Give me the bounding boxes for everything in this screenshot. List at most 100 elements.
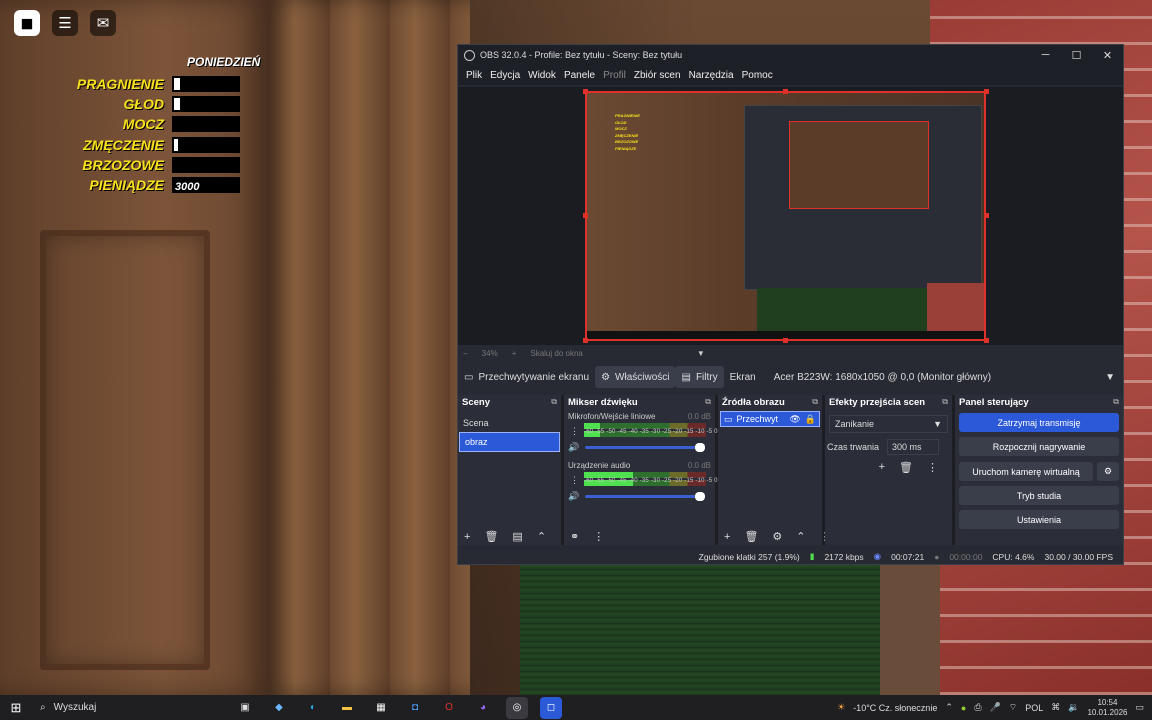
chat-icon[interactable]: ✉: [90, 10, 116, 36]
windows-start-icon[interactable]: ⊞: [0, 700, 32, 716]
trash-icon[interactable]: 🗑: [484, 530, 498, 543]
trash-icon[interactable]: 🗑: [899, 461, 913, 474]
menu-scene-collection[interactable]: Zbiór scen: [630, 70, 685, 81]
speaker-icon[interactable]: 🔊: [568, 442, 579, 453]
speaker-icon[interactable]: 🔊: [568, 491, 579, 502]
stream-time: 00:07:21: [891, 551, 925, 562]
tray-printer-icon[interactable]: ⎙: [974, 702, 981, 713]
menu-file[interactable]: Plik: [462, 70, 486, 81]
dock-menu-icon[interactable]: ⧉: [1113, 397, 1119, 407]
gear-icon[interactable]: ⚙: [1097, 462, 1119, 481]
minimize-icon[interactable]: ─: [1030, 49, 1061, 62]
chevron-up-icon[interactable]: ⌃: [945, 702, 953, 713]
filters-button[interactable]: ▤ Filtry: [675, 366, 724, 388]
menu-docks[interactable]: Panele: [560, 70, 599, 81]
stop-stream-button[interactable]: Zatrzymaj transmisję: [959, 413, 1119, 432]
chevron-up-icon[interactable]: ⌃: [796, 530, 805, 543]
menu-hamburger-icon[interactable]: ☰: [52, 10, 78, 36]
screen-select[interactable]: Acer B223W: 1680x1050 @ 0,0 (Monitor głó…: [768, 366, 1123, 388]
resize-handle[interactable]: [583, 213, 588, 218]
add-icon[interactable]: +: [879, 461, 885, 474]
dock-menu-icon[interactable]: ⧉: [942, 397, 948, 407]
network-icon[interactable]: ⌔: [1009, 702, 1017, 713]
microphone-icon[interactable]: 🎤: [990, 702, 1001, 713]
audio-meter: -60 -55 -50 -45 -40 -35 -30 -25 -20 -15 …: [584, 423, 717, 441]
volume-slider[interactable]: [585, 442, 706, 452]
add-icon[interactable]: +: [724, 531, 730, 543]
gear-icon[interactable]: ⚙: [772, 530, 782, 543]
transition-select[interactable]: Zanikanie ▼: [829, 415, 948, 433]
tray-app-icon[interactable]: ●: [961, 703, 966, 713]
properties-button[interactable]: ⚙ Właściwości: [595, 366, 676, 388]
zoom-in-icon[interactable]: +: [512, 349, 517, 358]
roblox-taskbar-icon[interactable]: ◻: [540, 696, 562, 719]
virtual-cam-button[interactable]: Uruchom kamerę wirtualną: [959, 462, 1093, 481]
volume-knob[interactable]: [695, 491, 706, 501]
trash-icon[interactable]: 🗑: [744, 530, 758, 543]
file-explorer-icon[interactable]: ▬: [336, 697, 358, 719]
menu-edit[interactable]: Edycja: [486, 70, 524, 81]
scene-item-selected[interactable]: obraz: [459, 432, 560, 452]
duration-input[interactable]: 300 ms: [887, 439, 940, 455]
roblox-logo-icon[interactable]: ◼: [14, 10, 40, 36]
filter-icon: ▤: [681, 371, 691, 383]
chevron-up-icon[interactable]: ⌃: [537, 530, 546, 543]
resize-handle[interactable]: [984, 213, 989, 218]
title-bar[interactable]: OBS 32.0.4 - Profile: Bez tytułu - Sceny…: [458, 45, 1123, 65]
more-icon[interactable]: ⋮: [570, 475, 579, 486]
preview-area[interactable]: PRAGNIENIE GŁOD MOCZ ZMĘCZENIE BRZOZOWE …: [458, 87, 1123, 345]
resize-handle[interactable]: [783, 338, 788, 343]
menu-view[interactable]: Widok: [524, 70, 560, 81]
obs-taskbar-icon[interactable]: ◎: [506, 696, 528, 719]
store-icon[interactable]: ▦: [370, 697, 392, 719]
copilot-icon[interactable]: ◆: [268, 697, 290, 719]
stat-bar: [172, 116, 240, 132]
more-icon[interactable]: ⋮: [927, 461, 938, 474]
more-icon[interactable]: ⋮: [593, 530, 604, 543]
resize-handle[interactable]: [583, 338, 588, 343]
resize-handle[interactable]: [783, 89, 788, 94]
edge-icon[interactable]: ◐: [302, 697, 324, 719]
start-record-button[interactable]: Rozpocznij nagrywanie: [959, 437, 1119, 456]
clock[interactable]: 10:54 10.01.2026: [1087, 698, 1127, 718]
discord-icon[interactable]: ◕: [472, 697, 494, 719]
eye-icon[interactable]: 👁: [789, 414, 800, 425]
maximize-icon[interactable]: ☐: [1061, 49, 1092, 62]
lock-icon[interactable]: 🔒: [805, 414, 816, 425]
weather-text[interactable]: -10°C Cz. słonecznie: [853, 703, 937, 713]
scene-item[interactable]: Scena: [458, 414, 561, 432]
close-icon[interactable]: ✕: [1092, 49, 1123, 62]
opera-icon[interactable]: O: [438, 697, 460, 719]
menu-help[interactable]: Pomoc: [738, 70, 777, 81]
resize-handle[interactable]: [984, 89, 989, 94]
chevron-down-icon[interactable]: ▼: [697, 349, 705, 358]
link-icon[interactable]: ⚭: [570, 530, 579, 543]
dock-menu-icon[interactable]: ⧉: [551, 397, 557, 407]
taskbar-search[interactable]: ⌕ Wyszukaj: [32, 695, 222, 720]
fit-to-window-button[interactable]: Skaluj do okna: [530, 349, 582, 358]
lang-label[interactable]: POL: [1025, 703, 1043, 713]
menu-profile[interactable]: Profil: [599, 70, 630, 81]
network-wifi-icon[interactable]: ⌘: [1051, 702, 1060, 713]
preview-canvas[interactable]: PRAGNIENIE GŁOD MOCZ ZMĘCZENIE BRZOZOWE …: [585, 91, 986, 341]
outlook-icon[interactable]: ◘: [404, 697, 426, 719]
resize-handle[interactable]: [984, 338, 989, 343]
volume-slider[interactable]: [585, 491, 706, 501]
volume-knob[interactable]: [695, 442, 706, 452]
notifications-icon[interactable]: ▭: [1135, 702, 1144, 713]
dock-menu-icon[interactable]: ⧉: [812, 397, 818, 407]
add-icon[interactable]: +: [464, 531, 470, 543]
menu-tools[interactable]: Narzędzia: [685, 70, 738, 81]
more-icon[interactable]: ⋮: [570, 426, 579, 437]
stat-label: MOCZ: [122, 116, 164, 132]
studio-mode-button[interactable]: Tryb studia: [959, 486, 1119, 505]
task-view-icon[interactable]: ▣: [234, 697, 256, 719]
source-item[interactable]: ▭ Przechwyt 👁 🔒: [720, 411, 820, 427]
screen-select-value: Acer B223W: 1680x1050 @ 0,0 (Monitor głó…: [773, 371, 992, 383]
settings-button[interactable]: Ustawienia: [959, 510, 1119, 529]
zoom-out-icon[interactable]: −: [463, 349, 468, 358]
filter-icon[interactable]: ▤: [512, 530, 522, 543]
volume-icon[interactable]: 🔉: [1068, 702, 1079, 713]
dock-menu-icon[interactable]: ⧉: [705, 397, 711, 407]
resize-handle[interactable]: [583, 89, 588, 94]
